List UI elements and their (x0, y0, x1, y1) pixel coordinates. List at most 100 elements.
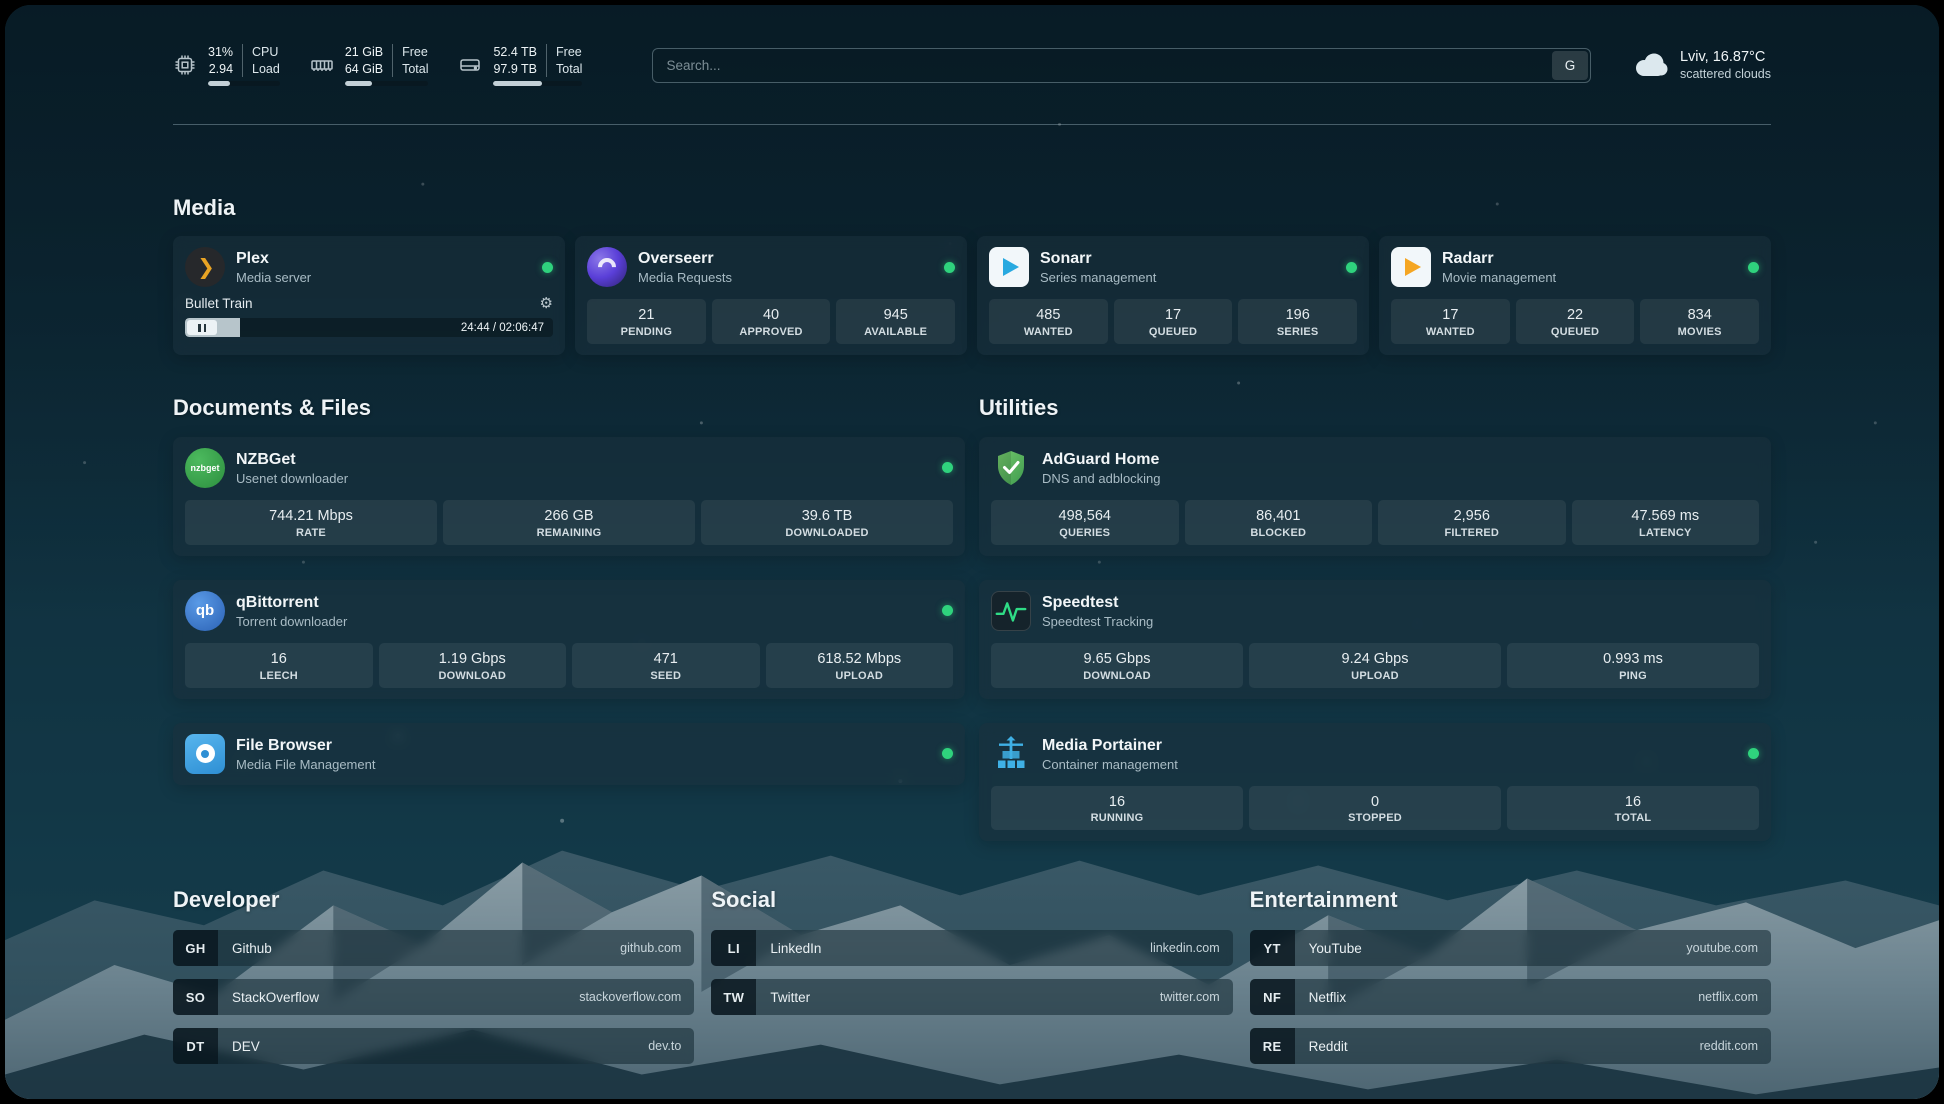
bookmark-row[interactable]: SO StackOverflow stackoverflow.com (173, 979, 694, 1015)
bookmark-abbr: DT (173, 1028, 218, 1064)
stat-label: TOTAL (1510, 812, 1756, 824)
disk-progress-bar (493, 81, 582, 86)
bookmark-abbr: NF (1250, 979, 1295, 1015)
service-subtitle: DNS and adblocking (1042, 471, 1161, 486)
stat-label: LATENCY (1575, 527, 1757, 539)
status-dot-online (942, 462, 953, 473)
stat-value: 47.569 ms (1575, 507, 1757, 526)
service-title: NZBGet (236, 450, 348, 470)
section-title-documents: Documents & Files (173, 395, 965, 421)
stat-block: 21 PENDING (587, 299, 706, 344)
bookmark-name: Github (218, 930, 272, 966)
service-subtitle: Series management (1040, 270, 1156, 285)
bookmark-abbr: GH (173, 930, 218, 966)
stats-row: 21 PENDING 40 APPROVED 945 AVAILABLE (587, 287, 955, 344)
stats-row: 485 WANTED 17 QUEUED 196 SERIES (989, 287, 1357, 344)
stat-label: AVAILABLE (839, 326, 952, 338)
service-title: File Browser (236, 736, 375, 756)
bookmark-name: DEV (218, 1028, 260, 1064)
cpu-loadavg: 2.94 (208, 61, 233, 78)
stat-label: WANTED (1394, 326, 1507, 338)
cpu-label: CPU (252, 44, 280, 61)
service-title: Overseerr (638, 249, 732, 269)
stat-label: SEED (575, 670, 757, 682)
weather-widget[interactable]: Lviv, 16.87°C scattered clouds (1631, 49, 1771, 81)
stat-block: 945 AVAILABLE (836, 299, 955, 344)
pause-button[interactable] (187, 320, 217, 335)
cpu-percent: 31% (208, 44, 233, 61)
section-title-developer: Developer (173, 887, 694, 913)
stat-label: MOVIES (1643, 326, 1756, 338)
plex-icon: ❯ (185, 247, 225, 287)
stat-block: 0.993 ms PING (1507, 643, 1759, 688)
section-title-utilities: Utilities (979, 395, 1771, 421)
service-title: Radarr (1442, 249, 1556, 269)
service-card-sonarr[interactable]: Sonarr Series management 485 WANTED 17 (977, 236, 1369, 355)
stat-label: WANTED (992, 326, 1105, 338)
search-provider-button[interactable]: G (1552, 51, 1588, 80)
stat-value: 744.21 Mbps (188, 507, 434, 526)
service-subtitle: Media Requests (638, 270, 732, 285)
stat-label: FILTERED (1381, 527, 1563, 539)
bookmark-abbr: YT (1250, 930, 1295, 966)
service-title: Media Portainer (1042, 736, 1178, 756)
status-dot-online (944, 262, 955, 273)
search-input[interactable] (652, 48, 1591, 83)
bookmark-name: Netflix (1295, 979, 1347, 1015)
stat-block: 9.65 Gbps DOWNLOAD (991, 643, 1243, 688)
stat-label: QUERIES (994, 527, 1176, 539)
playback-progress-bar[interactable]: 24:44 / 02:06:47 (185, 318, 553, 337)
section-title-entertainment: Entertainment (1250, 887, 1771, 913)
bookmark-name: Reddit (1295, 1028, 1348, 1064)
service-card-plex[interactable]: ❯ Plex Media server Bullet Train ⚙ (173, 236, 565, 355)
bookmark-row[interactable]: DT DEV dev.to (173, 1028, 694, 1064)
service-card-radarr[interactable]: Radarr Movie management 17 WANTED 22 (1379, 236, 1771, 355)
playback-time: 24:44 / 02:06:47 (461, 318, 544, 337)
stat-block: 16 RUNNING (991, 786, 1243, 831)
cpu-icon (173, 53, 197, 77)
disk-widget: 52.4 TB 97.9 TB Free Total (458, 44, 582, 86)
stat-value: 16 (994, 793, 1240, 812)
service-card-qbittorrent[interactable]: qb qBittorrent Torrent downloader 16 (173, 580, 965, 699)
stat-label: LEECH (188, 670, 370, 682)
stat-block: 2,956 FILTERED (1378, 500, 1566, 545)
stat-value: 196 (1241, 306, 1354, 325)
service-subtitle: Container management (1042, 757, 1178, 772)
stat-value: 0 (1252, 793, 1498, 812)
service-card-adguard[interactable]: AdGuard Home DNS and adblocking 498,564 … (979, 437, 1771, 556)
bookmark-row[interactable]: NF Netflix netflix.com (1250, 979, 1771, 1015)
stats-row: 17 WANTED 22 QUEUED 834 MOVIES (1391, 287, 1759, 344)
bookmark-row[interactable]: YT YouTube youtube.com (1250, 930, 1771, 966)
disk-icon (458, 53, 482, 77)
stat-label: REMAINING (446, 527, 692, 539)
stat-label: STOPPED (1252, 812, 1498, 824)
media-card-grid: ❯ Plex Media server Bullet Train ⚙ (173, 236, 1771, 355)
bookmark-row[interactable]: TW Twitter twitter.com (711, 979, 1232, 1015)
bookmark-list: LI LinkedIn linkedin.com TW Twitter twit… (711, 930, 1232, 1015)
bookmark-row[interactable]: LI LinkedIn linkedin.com (711, 930, 1232, 966)
service-card-speedtest[interactable]: Speedtest Speedtest Tracking 9.65 Gbps D… (979, 580, 1771, 699)
bookmark-name: StackOverflow (218, 979, 319, 1015)
bookmark-domain: netflix.com (1698, 979, 1771, 1015)
weather-condition: scattered clouds (1680, 67, 1771, 81)
service-subtitle: Media File Management (236, 757, 375, 772)
gear-icon[interactable]: ⚙ (540, 296, 553, 311)
service-card-filebrowser[interactable]: File Browser Media File Management (173, 723, 965, 785)
service-card-overseerr[interactable]: Overseerr Media Requests 21 PENDING 40 (575, 236, 967, 355)
stat-label: DOWNLOADED (704, 527, 950, 539)
bookmark-domain: dev.to (648, 1028, 694, 1064)
bookmark-abbr: TW (711, 979, 756, 1015)
service-card-portainer[interactable]: Media Portainer Container management 16 … (979, 723, 1771, 842)
search-bar: G (652, 48, 1591, 83)
cloud-icon (1631, 51, 1669, 79)
sonarr-icon (989, 247, 1029, 287)
stat-block: 744.21 Mbps RATE (185, 500, 437, 545)
status-dot-online (942, 605, 953, 616)
nzbget-icon: nzbget (185, 448, 225, 488)
overseerr-icon (587, 247, 627, 287)
bookmark-row[interactable]: GH Github github.com (173, 930, 694, 966)
service-card-nzbget[interactable]: nzbget NZBGet Usenet downloader 744.21 M… (173, 437, 965, 556)
bookmark-row[interactable]: RE Reddit reddit.com (1250, 1028, 1771, 1064)
stat-value: 9.65 Gbps (994, 650, 1240, 669)
section-title-social: Social (711, 887, 1232, 913)
